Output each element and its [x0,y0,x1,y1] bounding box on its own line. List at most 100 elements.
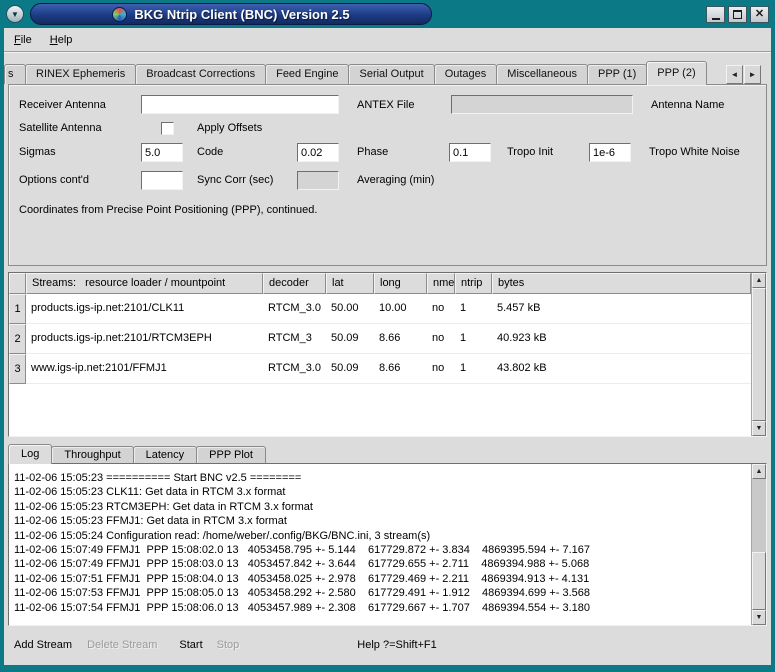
cell-mountpoint: products.igs-ip.net:2101/RTCM3EPH [26,324,263,354]
tab-latency[interactable]: Latency [133,446,198,463]
col-header-lat[interactable]: lat [326,273,374,294]
streams-table-scrollbar[interactable]: ▲ ▼ [751,273,766,436]
table-row[interactable]: 1 products.igs-ip.net:2101/CLK11 RTCM_3.… [9,294,751,324]
antex-file-label: ANTEX File [357,96,414,115]
tab-throughput[interactable]: Throughput [51,446,133,463]
tab-clipped[interactable]: s [4,64,26,84]
help-button[interactable]: Help ?=Shift+F1 [357,639,437,651]
tab-scroll-right-icon[interactable]: ► [744,65,761,84]
log-line: 11-02-06 15:07:51 FFMJ1 PPP 15:08:04.0 1… [14,572,749,586]
cell-nmea: no [427,324,455,354]
tab-scroll-buttons: ◄ ► [726,65,761,84]
sigma-phase-input[interactable] [297,143,339,162]
antex-file-input [451,95,633,114]
cell-bytes: 43.802 kB [492,354,751,384]
tropo-init-input[interactable] [449,143,491,162]
tab-serial-output[interactable]: Serial Output [348,64,434,84]
ppp2-note: Coordinates from Precise Point Positioni… [19,201,317,220]
table-row[interactable]: 3 www.igs-ip.net:2101/FFMJ1 RTCM_3.0 50.… [9,354,751,384]
cell-lat: 50.09 [326,324,374,354]
log-line: 11-02-06 15:07:54 FFMJ1 PPP 15:08:06.0 1… [14,601,749,615]
log-line: 11-02-06 15:05:24 Configuration read: /h… [14,529,749,543]
scrollbar-thumb[interactable] [752,552,766,610]
streams-table-body: Streams: resource loader / mountpoint de… [9,273,751,436]
cell-long: 8.66 [374,354,427,384]
options-contd-input[interactable] [141,171,183,190]
receiver-antenna-input[interactable] [141,95,339,114]
col-header-nmea[interactable]: nmea [427,273,455,294]
tab-outages[interactable]: Outages [434,64,498,84]
cell-decoder: RTCM_3.0 [263,354,326,384]
menu-file[interactable]: File [14,34,32,46]
scroll-up-icon[interactable]: ▲ [752,273,766,288]
maximize-button[interactable] [728,6,747,23]
apply-offsets-checkbox[interactable] [161,122,174,135]
scroll-down-icon[interactable]: ▼ [752,610,766,625]
window-menu-arrow-icon: ▼ [11,10,19,19]
add-stream-button[interactable]: Add Stream [14,639,72,651]
tab-scroll-left-icon[interactable]: ◄ [726,65,743,84]
code-label: Code [197,143,223,162]
cell-ntrip: 1 [455,324,492,354]
receiver-antenna-label: Receiver Antenna [19,96,106,115]
table-row[interactable]: 2 products.igs-ip.net:2101/RTCM3EPH RTCM… [9,324,751,354]
col-header-long[interactable]: long [374,273,427,294]
window-menu-button[interactable]: ▼ [6,5,24,23]
col-header-bytes[interactable]: bytes [492,273,751,294]
sigma-code-input[interactable] [141,143,183,162]
tab-ppp-2[interactable]: PPP (2) [646,61,706,85]
streams-table-header: Streams: resource loader / mountpoint de… [9,273,751,294]
close-icon: ✕ [755,9,764,20]
options-contd-label: Options cont'd [19,171,89,190]
log-panel: 11-02-06 15:05:23 ========== Start BNC v… [8,463,767,626]
tab-miscellaneous[interactable]: Miscellaneous [496,64,588,84]
cell-mountpoint: products.igs-ip.net:2101/CLK11 [26,294,263,324]
log-line: 11-02-06 15:05:23 ========== Start BNC v… [14,471,749,485]
sigmas-label: Sigmas [19,143,56,162]
log-line: 11-02-06 15:05:23 CLK11: Get data in RTC… [14,485,749,499]
tab-ppp-1[interactable]: PPP (1) [587,64,647,84]
scroll-down-icon[interactable]: ▼ [752,421,766,436]
cell-nmea: no [427,354,455,384]
menu-help[interactable]: Help [50,34,73,46]
col-header-decoder[interactable]: decoder [263,273,326,294]
start-button[interactable]: Start [179,639,202,651]
window-controls: ✕ [706,6,769,23]
stop-button: Stop [217,639,240,651]
log-scrollbar[interactable]: ▲ ▼ [751,464,766,625]
cell-ntrip: 1 [455,294,492,324]
sync-corr-input [297,171,339,190]
tab-ppp-plot[interactable]: PPP Plot [196,446,266,463]
header-corner [9,273,26,294]
app-icon [112,7,127,22]
titlebar[interactable]: ▼ BKG Ntrip Client (BNC) Version 2.5 ✕ [0,0,775,28]
tab-rinex-ephemeris[interactable]: RINEX Ephemeris [25,64,136,84]
tab-broadcast-corrections[interactable]: Broadcast Corrections [135,64,266,84]
cell-bytes: 40.923 kB [492,324,751,354]
cell-bytes: 5.457 kB [492,294,751,324]
cell-nmea: no [427,294,455,324]
close-button[interactable]: ✕ [750,6,769,23]
cell-long: 10.00 [374,294,427,324]
tropo-white-noise-input[interactable] [589,143,631,162]
tropo-init-label: Tropo Init [507,143,553,162]
tab-log[interactable]: Log [8,444,52,464]
satellite-antenna-label: Satellite Antenna [19,119,102,138]
cell-mountpoint: www.igs-ip.net:2101/FFMJ1 [26,354,263,384]
antenna-name-label: Antenna Name [651,96,724,115]
app-area: File Help s RINEX Ephemeris Broadcast Co… [4,28,771,665]
minimize-button[interactable] [706,6,725,23]
row-number: 2 [9,324,26,354]
cell-decoder: RTCM_3.0 [263,294,326,324]
averaging-label: Averaging (min) [357,171,434,190]
tab-feed-engine[interactable]: Feed Engine [265,64,349,84]
cell-long: 8.66 [374,324,427,354]
log-line: 11-02-06 15:05:23 RTCM3EPH: Get data in … [14,500,749,514]
col-header-mountpoint[interactable]: Streams: resource loader / mountpoint [26,273,263,294]
col-header-ntrip[interactable]: ntrip [455,273,492,294]
streams-table: Streams: resource loader / mountpoint de… [8,272,767,437]
maximize-icon [733,10,742,19]
scroll-up-icon[interactable]: ▲ [752,464,766,479]
scrollbar-thumb[interactable] [752,288,766,421]
row-number: 3 [9,354,26,384]
